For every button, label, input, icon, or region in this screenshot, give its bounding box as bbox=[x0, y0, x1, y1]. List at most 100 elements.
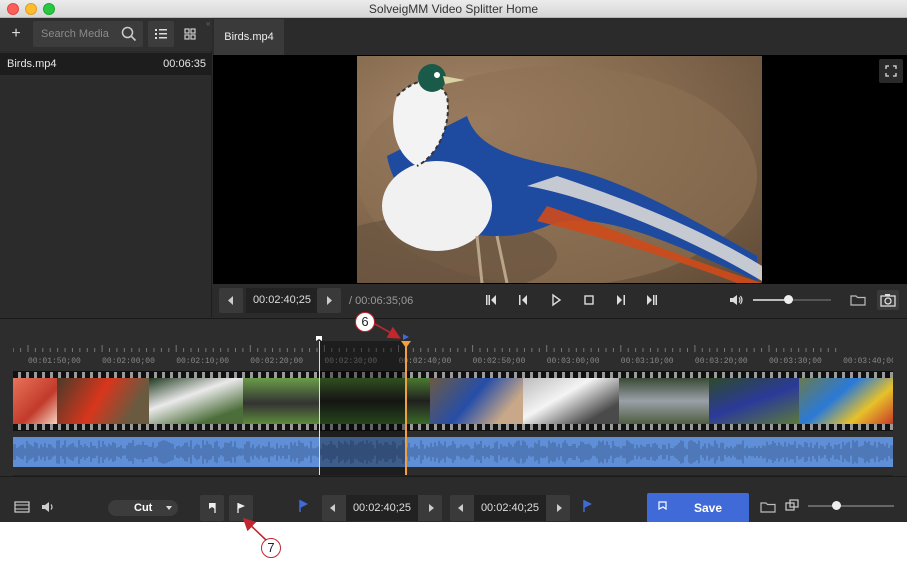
thumbnail-white-bird bbox=[523, 378, 619, 424]
jump-to-start-icon[interactable] bbox=[483, 292, 499, 308]
thumbnail-flamingo bbox=[13, 378, 57, 424]
bottom-toolbar: Cut 00:02:40;25 00:02:40;25 Save bbox=[0, 476, 907, 522]
ruler-tick-label: 00:03:30;00 bbox=[769, 357, 822, 366]
total-duration: / 00:06:35;06 bbox=[349, 295, 414, 307]
volume-icon[interactable] bbox=[728, 292, 744, 308]
thumbnail-scarlet-ibis bbox=[57, 378, 149, 424]
grid-icon bbox=[184, 28, 196, 40]
audio-track-icon[interactable] bbox=[40, 499, 58, 515]
video-track-icon[interactable] bbox=[13, 499, 31, 515]
prev-frame-button[interactable] bbox=[219, 288, 243, 313]
thumbnail-parrot bbox=[799, 378, 893, 424]
thumbnail-owl bbox=[619, 378, 709, 424]
ruler-tick-label: 00:02:00;00 bbox=[102, 357, 155, 366]
save-button[interactable]: Save bbox=[647, 493, 749, 522]
media-toolbar: + « bbox=[0, 18, 212, 51]
save-flag-icon bbox=[658, 501, 667, 511]
save-label: Save bbox=[694, 501, 723, 515]
tab-birds-mp4[interactable]: Birds.mp4 bbox=[214, 19, 284, 55]
search-icon[interactable] bbox=[121, 26, 137, 42]
jump-to-end-icon[interactable] bbox=[644, 292, 660, 308]
current-time-field[interactable]: 00:02:40;25 bbox=[246, 288, 318, 313]
timeline[interactable]: 00:01:50;00 00:02:00;00 00:02:10;00 00:02:2… bbox=[0, 318, 907, 487]
add-media-button[interactable]: + bbox=[6, 24, 26, 44]
ruler-tick-label: 00:03:40;00 bbox=[843, 357, 893, 366]
in-time-prev-icon[interactable] bbox=[330, 504, 335, 512]
segment-start-marker[interactable] bbox=[319, 341, 320, 475]
list-icon bbox=[155, 29, 167, 39]
window-title: SolveigMM Video Splitter Home bbox=[368, 2, 539, 16]
volume-fill bbox=[753, 299, 789, 301]
thumbnail-egrets bbox=[149, 378, 243, 424]
stop-icon[interactable] bbox=[581, 292, 597, 308]
in-time-field[interactable]: 00:02:40;25 bbox=[346, 495, 418, 521]
next-frame-button[interactable] bbox=[317, 288, 341, 313]
set-in-marker-button[interactable] bbox=[200, 495, 224, 521]
search-media-input[interactable] bbox=[33, 21, 115, 47]
media-item-name: Birds.mp4 bbox=[7, 58, 57, 70]
left-flag-icon bbox=[209, 503, 216, 513]
open-folder-icon[interactable] bbox=[849, 291, 867, 309]
video-frame bbox=[357, 56, 762, 283]
selected-segment[interactable] bbox=[320, 341, 406, 475]
right-flag-icon bbox=[237, 503, 245, 513]
fullscreen-icon bbox=[885, 65, 897, 77]
in-marker-flag-icon[interactable] bbox=[314, 335, 324, 345]
fullscreen-button[interactable] bbox=[879, 59, 903, 83]
zoom-fit-icon[interactable] bbox=[784, 497, 800, 513]
in-time-next-icon[interactable] bbox=[429, 504, 434, 512]
volume-knob[interactable] bbox=[784, 295, 794, 304]
chevron-down-icon bbox=[166, 506, 172, 510]
playhead[interactable] bbox=[405, 343, 407, 477]
chevron-left-icon bbox=[228, 296, 233, 305]
media-list-item[interactable]: Birds.mp4 00:06:35 bbox=[0, 53, 212, 75]
transport-controls: 00:02:40;25 / 00:06:35;06 bbox=[213, 284, 907, 317]
media-item-duration: 00:06:35 bbox=[163, 58, 206, 70]
edit-mode-select[interactable]: Cut bbox=[108, 500, 178, 516]
go-to-out-marker-icon[interactable] bbox=[582, 499, 594, 513]
play-icon[interactable] bbox=[548, 292, 564, 308]
grid-view-button[interactable] bbox=[177, 21, 203, 47]
ruler-tick-label: 00:03:20;00 bbox=[695, 357, 748, 366]
in-time-control: 00:02:40;25 bbox=[322, 495, 442, 521]
callout-6: 6 bbox=[355, 312, 375, 332]
volume-slider[interactable] bbox=[753, 295, 831, 304]
ruler-tick-label: 00:02:20;00 bbox=[250, 357, 303, 366]
timeline-ruler[interactable]: 00:01:50;00 00:02:00;00 00:02:10;00 00:02:2… bbox=[13, 341, 893, 367]
thumbnail-pheasant bbox=[430, 378, 523, 424]
chevron-right-icon bbox=[327, 296, 332, 305]
timeline-zoom-slider[interactable] bbox=[808, 501, 894, 510]
ruler-tick-label: 00:03:10;00 bbox=[621, 357, 674, 366]
ruler-tick-label: 00:03:00;00 bbox=[547, 357, 600, 366]
title-bar: SolveigMM Video Splitter Home bbox=[0, 0, 907, 18]
out-time-field[interactable]: 00:02:40;25 bbox=[474, 495, 546, 521]
thumbnail-crane bbox=[243, 378, 320, 424]
step-forward-icon[interactable] bbox=[613, 292, 629, 308]
out-time-control: 00:02:40;25 bbox=[450, 495, 570, 521]
go-to-in-marker-icon[interactable] bbox=[298, 499, 310, 513]
zoom-knob[interactable] bbox=[832, 501, 842, 510]
playhead-handle[interactable] bbox=[401, 341, 411, 348]
blue-marker-icon[interactable] bbox=[402, 333, 410, 341]
collapse-panel-icon[interactable]: « bbox=[206, 19, 210, 28]
ruler-tick-label: 00:02:50;00 bbox=[473, 357, 526, 366]
thumbnail-blue-bird bbox=[709, 378, 799, 424]
waveform-path bbox=[13, 440, 893, 464]
tab-bar: Birds.mp4 bbox=[213, 18, 907, 55]
step-back-icon[interactable] bbox=[515, 292, 531, 308]
out-time-next-icon[interactable] bbox=[557, 504, 562, 512]
set-out-marker-button[interactable] bbox=[229, 495, 253, 521]
list-view-button[interactable] bbox=[148, 21, 174, 47]
pheasant-image bbox=[357, 64, 762, 283]
app-window: SolveigMM Video Splitter Home + « Birds.… bbox=[0, 0, 907, 522]
video-player[interactable] bbox=[213, 55, 907, 284]
media-list: Birds.mp4 00:06:35 bbox=[0, 51, 212, 317]
out-time-prev-icon[interactable] bbox=[458, 504, 463, 512]
audio-waveform[interactable] bbox=[13, 437, 893, 467]
callout-7: 7 bbox=[261, 538, 281, 558]
ruler-tick-label: 00:01:50;00 bbox=[28, 357, 81, 366]
thumbnail-filmstrip[interactable] bbox=[13, 371, 893, 431]
callout-7-arrow bbox=[242, 517, 267, 541]
snapshot-button[interactable] bbox=[877, 290, 899, 310]
output-folder-icon[interactable] bbox=[759, 499, 777, 515]
